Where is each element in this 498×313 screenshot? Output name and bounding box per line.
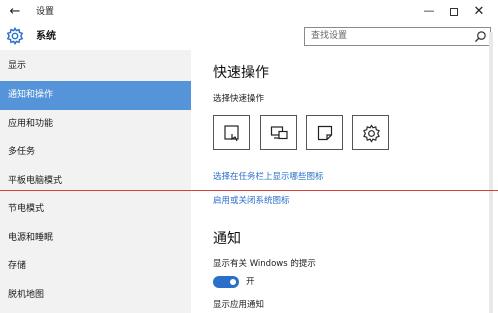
sidebar-item-label: 多任务	[8, 147, 36, 157]
notifications-heading: 通知	[213, 231, 241, 247]
maximize-icon	[450, 8, 458, 16]
sidebar-item-notifications[interactable]: 通知和操作	[0, 81, 191, 110]
sidebar-item-storage[interactable]: 存储	[0, 252, 191, 281]
system-icons-link[interactable]: 启用或关闭系统图标	[213, 195, 290, 207]
sidebar-item-label: 节电模式	[8, 204, 45, 214]
sidebar-item-label: 通知和操作	[8, 90, 54, 100]
sidebar-item-label: 应用和功能	[8, 119, 54, 129]
sidebar-item-offline-maps[interactable]: 脱机地图	[0, 281, 191, 310]
back-button[interactable]: ←	[6, 3, 24, 21]
minimize-button[interactable]: —	[418, 2, 440, 22]
sidebar-item-label: 显示	[8, 61, 27, 71]
taskbar-icons-link[interactable]: 选择在任务栏上显示哪些图标	[213, 171, 324, 183]
sidebar-item-multitasking[interactable]: 多任务	[0, 138, 191, 167]
settings-gear-icon	[363, 124, 380, 143]
sidebar-item-tablet-mode[interactable]: 平板电脑模式	[0, 167, 191, 196]
sidebar-item-label: 脱机地图	[8, 290, 45, 300]
maximize-button[interactable]	[443, 2, 465, 22]
note-icon	[317, 125, 333, 141]
sidebar-item-label: 电源和睡眠	[8, 233, 54, 243]
sidebar-item-display[interactable]: 显示	[0, 52, 191, 81]
sidebar-item-power-sleep[interactable]: 电源和睡眠	[0, 224, 191, 253]
annotation-line	[0, 190, 498, 191]
windows-tips-toggle[interactable]	[213, 276, 239, 288]
quick-action-settings[interactable]	[352, 115, 389, 150]
quick-actions-subtitle: 选择快速操作	[213, 94, 265, 104]
quick-action-project[interactable]	[260, 115, 297, 150]
search-input[interactable]: 查找设置	[304, 27, 491, 46]
sidebar-item-label: 存储	[8, 261, 27, 271]
gear-icon	[6, 27, 24, 45]
windows-tips-toggle-state: 开	[246, 277, 255, 287]
toggle-knob	[230, 279, 236, 285]
search-icon[interactable]	[474, 30, 487, 43]
section-title: 系统	[36, 31, 56, 42]
scrollbar[interactable]	[489, 32, 493, 313]
project-icon	[270, 126, 288, 140]
sidebar-item-label: 平板电脑模式	[8, 176, 63, 186]
close-button[interactable]: ✕	[468, 2, 490, 22]
tablet-mode-icon	[224, 125, 239, 142]
sidebar-item-battery-saver[interactable]: 节电模式	[0, 195, 191, 224]
sidebar-item-apps[interactable]: 应用和功能	[0, 110, 191, 139]
title-bar: ← 设置 — ✕	[0, 0, 498, 24]
search-placeholder: 查找设置	[311, 31, 348, 41]
quick-action-note[interactable]	[306, 115, 343, 150]
app-notifications-label: 显示应用通知	[213, 300, 265, 310]
quick-action-tablet-mode[interactable]	[213, 115, 250, 150]
window-title: 设置	[36, 7, 55, 17]
sidebar: 显示 通知和操作 应用和功能 多任务 平板电脑模式 节电模式 电源和睡眠 存储 …	[0, 50, 191, 313]
windows-tips-label: 显示有关 Windows 的提示	[213, 259, 316, 269]
settings-window: ← 设置 — ✕ 系统 查找设置 显示 通知和操作 应用和功能 多任务 平板电脑…	[0, 0, 498, 313]
quick-actions-heading: 快速操作	[213, 65, 269, 81]
